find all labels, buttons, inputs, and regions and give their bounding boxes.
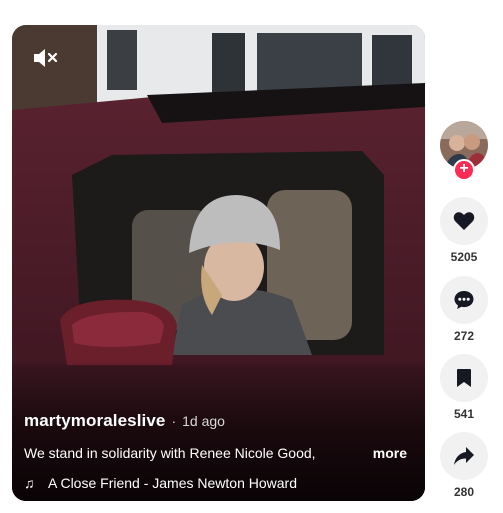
share-action: 280 xyxy=(440,432,488,499)
heart-icon xyxy=(453,212,475,230)
music-note-icon: ♫ xyxy=(24,475,35,491)
post-time: 1d ago xyxy=(182,413,225,429)
save-button[interactable] xyxy=(440,354,488,402)
save-action: 541 xyxy=(440,354,488,421)
creator-avatar-wrap: + xyxy=(440,121,488,181)
music-row[interactable]: ♫ A Close Friend - James Newton Howard xyxy=(24,475,411,491)
share-count: 280 xyxy=(453,485,475,499)
like-button[interactable] xyxy=(440,197,488,245)
author-username[interactable]: martymoraleslive xyxy=(24,411,165,431)
volume-muted-icon xyxy=(34,49,58,67)
video-player[interactable]: martymoraleslive · 1d ago We stand in so… xyxy=(12,25,425,501)
comment-action: 272 xyxy=(440,276,488,343)
meta-separator: · xyxy=(171,413,177,429)
music-title: A Close Friend - James Newton Howard xyxy=(48,475,297,491)
bookmark-icon xyxy=(457,369,471,387)
save-count: 541 xyxy=(453,407,475,421)
comment-icon xyxy=(454,291,474,309)
more-button[interactable]: more xyxy=(373,445,407,461)
like-count: 5205 xyxy=(450,250,478,264)
like-action: 5205 xyxy=(440,197,488,264)
share-icon xyxy=(454,447,474,465)
share-button[interactable] xyxy=(440,432,488,480)
video-caption: We stand in solidarity with Renee Nicole… xyxy=(24,445,316,461)
comment-count: 272 xyxy=(453,329,475,343)
comment-button[interactable] xyxy=(440,276,488,324)
mute-button[interactable] xyxy=(32,47,58,69)
follow-button[interactable]: + xyxy=(453,159,475,181)
video-meta: martymoraleslive · 1d ago We stand in so… xyxy=(24,411,411,491)
